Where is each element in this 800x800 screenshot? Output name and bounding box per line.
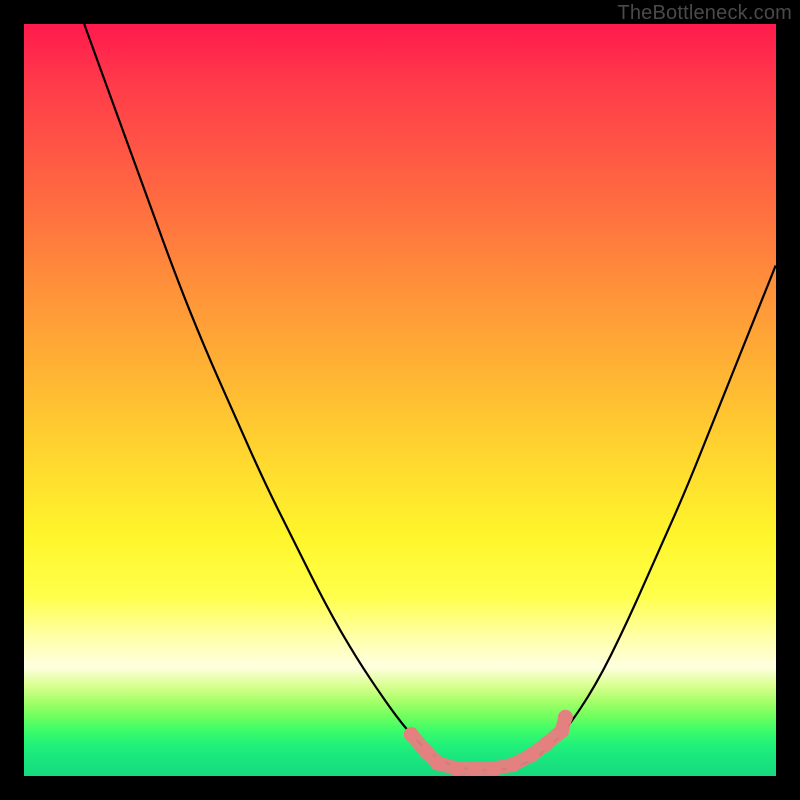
valley-markers <box>404 710 573 776</box>
valley-marker-dot <box>419 744 434 759</box>
valley-marker-dot <box>430 756 445 771</box>
chart-plot-area <box>24 24 776 776</box>
chart-frame: TheBottleneck.com <box>0 0 800 800</box>
valley-marker-dot <box>487 761 502 776</box>
bottleneck-curve-path <box>84 24 776 770</box>
valley-marker-dot <box>404 727 419 742</box>
valley-marker-dot <box>524 747 539 762</box>
valley-marker-dot <box>539 736 554 751</box>
valley-marker-dot <box>505 757 520 772</box>
valley-marker-dot <box>558 710 573 725</box>
chart-svg <box>24 24 776 776</box>
valley-marker-dot <box>554 723 569 738</box>
valley-marker-dot <box>468 762 483 776</box>
attribution-text: TheBottleneck.com <box>617 2 792 25</box>
valley-marker-dot <box>449 761 464 776</box>
